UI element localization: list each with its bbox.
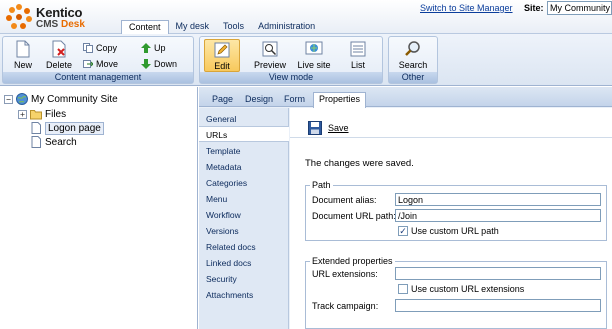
nav-versions[interactable]: Versions xyxy=(199,223,289,239)
nav-linked-docs[interactable]: Linked docs xyxy=(199,255,289,271)
nav-workflow[interactable]: Workflow xyxy=(199,207,289,223)
delete-icon xyxy=(52,40,66,58)
collapse-icon[interactable]: − xyxy=(4,94,13,104)
nav-urls[interactable]: URLs xyxy=(199,126,289,142)
extended-properties-legend: Extended properties xyxy=(310,256,395,266)
tree-item-label: Files xyxy=(45,108,67,120)
tree-item-search[interactable]: Search xyxy=(30,135,77,149)
document-url-path-label: Document URL path: xyxy=(312,211,396,221)
content-tree: − My Community Site + Files Logon page S… xyxy=(0,87,198,329)
arrow-down-icon xyxy=(141,58,151,69)
edit-icon xyxy=(214,42,230,58)
preview-icon xyxy=(262,41,278,57)
search-button[interactable]: Search xyxy=(395,39,431,72)
copy-icon xyxy=(83,42,93,53)
save-link[interactable]: Save xyxy=(328,123,349,133)
tab-administration[interactable]: Administration xyxy=(251,20,322,35)
nav-attachments[interactable]: Attachments xyxy=(199,287,289,303)
down-button[interactable]: Down xyxy=(141,57,177,70)
edit-button[interactable]: Edit xyxy=(204,39,240,72)
brand-name: Kentico xyxy=(36,5,83,20)
use-custom-url-extensions-checkbox[interactable] xyxy=(398,284,408,294)
use-custom-url-extensions-label: Use custom URL extensions xyxy=(411,284,525,294)
site-label: Site: xyxy=(524,3,544,13)
url-extensions-label: URL extensions: xyxy=(312,269,378,279)
document-alias-label: Document alias: xyxy=(312,195,377,205)
document-url-path-input[interactable]: /Join xyxy=(395,209,601,222)
live-site-button[interactable]: Live site xyxy=(294,39,334,72)
folder-icon xyxy=(30,110,42,120)
search-icon xyxy=(405,41,420,56)
url-extensions-input[interactable] xyxy=(395,267,601,280)
kentico-logo-icon xyxy=(6,4,32,30)
content-management-caption: Content management xyxy=(3,72,193,83)
page-icon xyxy=(31,122,41,134)
preview-button[interactable]: Preview xyxy=(250,39,290,72)
view-mode-group: Edit Preview Live site List View mode xyxy=(199,36,383,84)
save-icon[interactable] xyxy=(308,121,322,135)
tree-item-label: Logon page xyxy=(45,121,104,135)
list-button[interactable]: List xyxy=(340,39,376,72)
nav-categories[interactable]: Categories xyxy=(199,175,289,191)
other-group: Search Other xyxy=(388,36,438,84)
properties-nav: General URLs Template Metadata Categorie… xyxy=(199,108,289,329)
globe-icon xyxy=(16,93,28,105)
switch-to-site-manager-link[interactable]: Switch to Site Manager xyxy=(420,3,513,13)
nav-security[interactable]: Security xyxy=(199,271,289,287)
nav-related-docs[interactable]: Related docs xyxy=(199,239,289,255)
content-area: Page Design Form Properties General URLs… xyxy=(199,87,612,329)
nav-template[interactable]: Template xyxy=(199,143,289,159)
use-custom-url-path-checkbox[interactable]: ✓ xyxy=(398,226,408,236)
tab-tools[interactable]: Tools xyxy=(216,20,251,35)
save-bar: Save xyxy=(290,108,612,138)
expand-icon[interactable]: + xyxy=(18,109,27,119)
list-icon xyxy=(350,41,366,57)
arrow-up-icon xyxy=(141,42,151,53)
live-site-icon xyxy=(305,41,323,55)
urls-panel: Save The changes were saved. Path Docume… xyxy=(290,108,612,329)
view-mode-caption: View mode xyxy=(200,72,382,83)
path-legend: Path xyxy=(310,180,333,190)
nav-menu[interactable]: Menu xyxy=(199,191,289,207)
nav-general[interactable]: General xyxy=(199,111,289,127)
tab-page[interactable]: Page xyxy=(207,93,238,107)
tree-item-files[interactable]: + Files xyxy=(18,107,66,121)
move-icon xyxy=(83,59,93,68)
kentico-logo[interactable]: Kentico CMS Desk xyxy=(6,4,116,32)
tab-content[interactable]: Content xyxy=(121,20,169,35)
nav-metadata[interactable]: Metadata xyxy=(199,159,289,175)
info-message: The changes were saved. xyxy=(305,158,414,169)
track-campaign-input[interactable] xyxy=(395,299,601,312)
tree-item-logon-page[interactable]: Logon page xyxy=(30,121,104,135)
tab-form[interactable]: Form xyxy=(279,93,310,107)
copy-button[interactable]: Copy xyxy=(83,41,117,54)
content-management-group: New Delete Copy Move Up Down Content man… xyxy=(2,36,194,84)
site-select[interactable]: My Community xyxy=(547,1,612,15)
tree-root-label: My Community Site xyxy=(31,93,118,105)
document-alias-input[interactable]: Logon xyxy=(395,193,601,206)
move-button[interactable]: Move xyxy=(83,57,118,70)
page-icon xyxy=(31,136,41,148)
tree-root[interactable]: − My Community Site xyxy=(4,92,118,106)
new-document-icon xyxy=(16,40,30,58)
other-caption: Other xyxy=(389,72,437,83)
up-button[interactable]: Up xyxy=(141,41,166,54)
app-header: Kentico CMS Desk Content My desk Tools A… xyxy=(0,0,612,35)
toolbar: New Delete Copy Move Up Down Content man… xyxy=(0,34,612,86)
tab-my-desk[interactable]: My desk xyxy=(169,20,217,35)
tree-item-label: Search xyxy=(45,136,77,148)
document-tabs: Page Design Form Properties xyxy=(199,87,612,108)
track-campaign-label: Track campaign: xyxy=(312,301,379,311)
main-tabs: Content My desk Tools Administration xyxy=(121,20,322,35)
use-custom-url-path-label: Use custom URL path xyxy=(411,226,499,236)
product-name: CMS Desk xyxy=(36,19,85,30)
new-button[interactable]: New xyxy=(5,39,41,72)
tab-design[interactable]: Design xyxy=(240,93,278,107)
delete-button[interactable]: Delete xyxy=(41,39,77,72)
tab-properties[interactable]: Properties xyxy=(313,92,367,108)
